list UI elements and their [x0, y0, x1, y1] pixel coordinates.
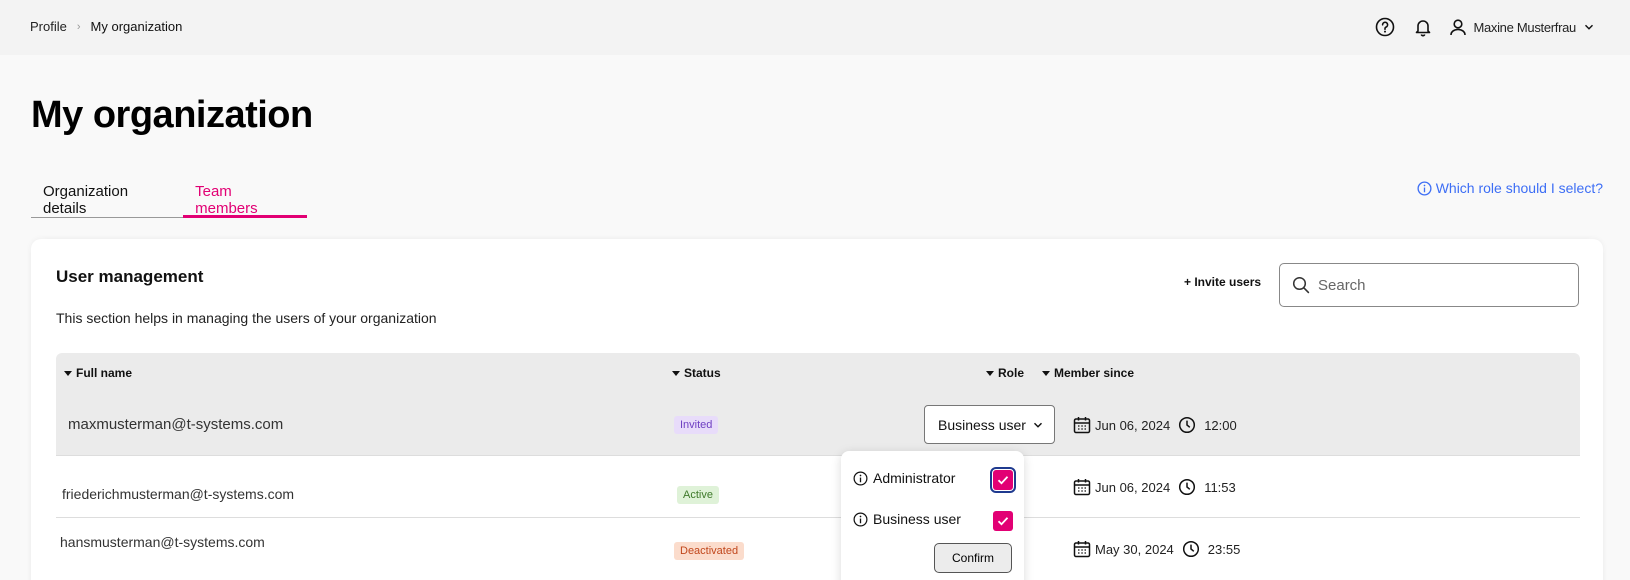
check-icon	[997, 476, 1009, 485]
member-since: Jun 06, 2024 12:00	[1073, 416, 1237, 434]
calendar-icon	[1073, 417, 1091, 434]
check-icon	[997, 517, 1009, 526]
user-icon	[1450, 19, 1467, 36]
bell-icon[interactable]	[1411, 15, 1435, 39]
clock-icon	[1179, 478, 1196, 496]
invite-users-button[interactable]: + Invite users	[1184, 275, 1261, 289]
calendar-icon	[1073, 479, 1091, 496]
card-description: This section helps in managing the users…	[56, 310, 437, 326]
user-management-card: User management This section helps in ma…	[31, 239, 1603, 580]
status-badge: Active	[677, 486, 719, 504]
table-row[interactable]: maxmusterman@t-systems.com Invited Busin…	[56, 393, 1580, 456]
member-since: May 30, 2024 23:55	[1073, 540, 1240, 558]
column-header-member-since[interactable]: Member since	[1042, 366, 1134, 380]
column-header-full-name[interactable]: Full name	[64, 366, 132, 380]
user-name: Maxine Musterfrau	[1473, 19, 1576, 35]
member-since-date: May 30, 2024	[1095, 541, 1174, 557]
administrator-checkbox[interactable]	[990, 467, 1016, 493]
member-since-time: 23:55	[1207, 541, 1241, 557]
search-icon	[1292, 276, 1310, 294]
header-actions: Maxine Musterfrau	[1359, 15, 1594, 39]
table-header: Full name Status Role Member since	[56, 353, 1580, 393]
sort-caret-icon	[1042, 370, 1050, 376]
member-since-time: 12:00	[1204, 417, 1237, 433]
table-row[interactable]: hansmusterman@t-systems.com Deactivated …	[56, 518, 1580, 580]
user-email: friederichmusterman@t-systems.com	[62, 486, 295, 502]
tab-organization-details[interactable]: Organization details	[31, 171, 183, 218]
confirm-button[interactable]: Confirm	[934, 543, 1012, 573]
column-header-status[interactable]: Status	[672, 366, 721, 380]
role-help-link[interactable]: Which role should I select?	[1417, 180, 1603, 196]
breadcrumb-current: My organization	[90, 19, 183, 34]
user-table: Full name Status Role Member since maxmu…	[56, 353, 1580, 580]
chevron-down-icon	[1584, 24, 1594, 30]
user-email: hansmusterman@t-systems.com	[60, 534, 265, 550]
help-icon[interactable]	[1373, 15, 1397, 39]
status-badge: Invited	[674, 416, 719, 434]
role-select-value: Business user	[938, 416, 1026, 433]
info-icon	[853, 512, 868, 526]
business-user-checkbox[interactable]	[993, 511, 1013, 531]
role-option-administrator[interactable]: Administrator	[853, 470, 955, 486]
chevron-down-icon	[1033, 422, 1042, 428]
role-dropdown-menu: Administrator Business user Confirm	[841, 451, 1024, 580]
card-title: User management	[56, 267, 204, 286]
member-since-time: 11:53	[1204, 479, 1236, 495]
user-email: maxmusterman@t-systems.com	[68, 416, 284, 433]
role-option-business-user[interactable]: Business user	[853, 511, 961, 527]
status-badge: Deactivated	[674, 542, 745, 560]
info-icon	[1417, 180, 1432, 196]
info-icon	[853, 471, 868, 485]
tab-team-members[interactable]: Team members	[183, 171, 307, 218]
clock-icon	[1179, 416, 1196, 434]
role-select[interactable]: Business user	[924, 405, 1055, 444]
tab-bar: Organization details Team members	[31, 171, 307, 218]
column-header-role[interactable]: Role	[986, 366, 1024, 380]
breadcrumb-separator: ›	[76, 20, 81, 33]
role-option-label: Business user	[873, 511, 961, 527]
member-since: Jun 06, 2024 11:53	[1073, 478, 1236, 496]
sort-caret-icon	[64, 370, 72, 376]
breadcrumb-profile-link[interactable]: Profile	[30, 19, 67, 34]
calendar-icon	[1073, 541, 1091, 558]
role-option-label: Administrator	[873, 470, 956, 486]
table-row[interactable]: friederichmusterman@t-systems.com Active…	[56, 456, 1580, 518]
member-since-date: Jun 06, 2024	[1095, 417, 1171, 433]
sort-caret-icon	[672, 370, 680, 376]
sort-caret-icon	[986, 370, 994, 376]
member-since-date: Jun 06, 2024	[1095, 479, 1171, 495]
top-bar: Profile › My organization Maxine Musterf…	[0, 0, 1630, 55]
search-box	[1279, 263, 1579, 307]
page-title: My organization	[31, 94, 313, 136]
breadcrumb: Profile › My organization	[30, 19, 182, 34]
clock-icon	[1182, 540, 1199, 558]
search-input[interactable]	[1318, 276, 1558, 294]
role-help-text: Which role should I select?	[1435, 180, 1603, 196]
user-menu[interactable]: Maxine Musterfrau	[1449, 18, 1594, 36]
